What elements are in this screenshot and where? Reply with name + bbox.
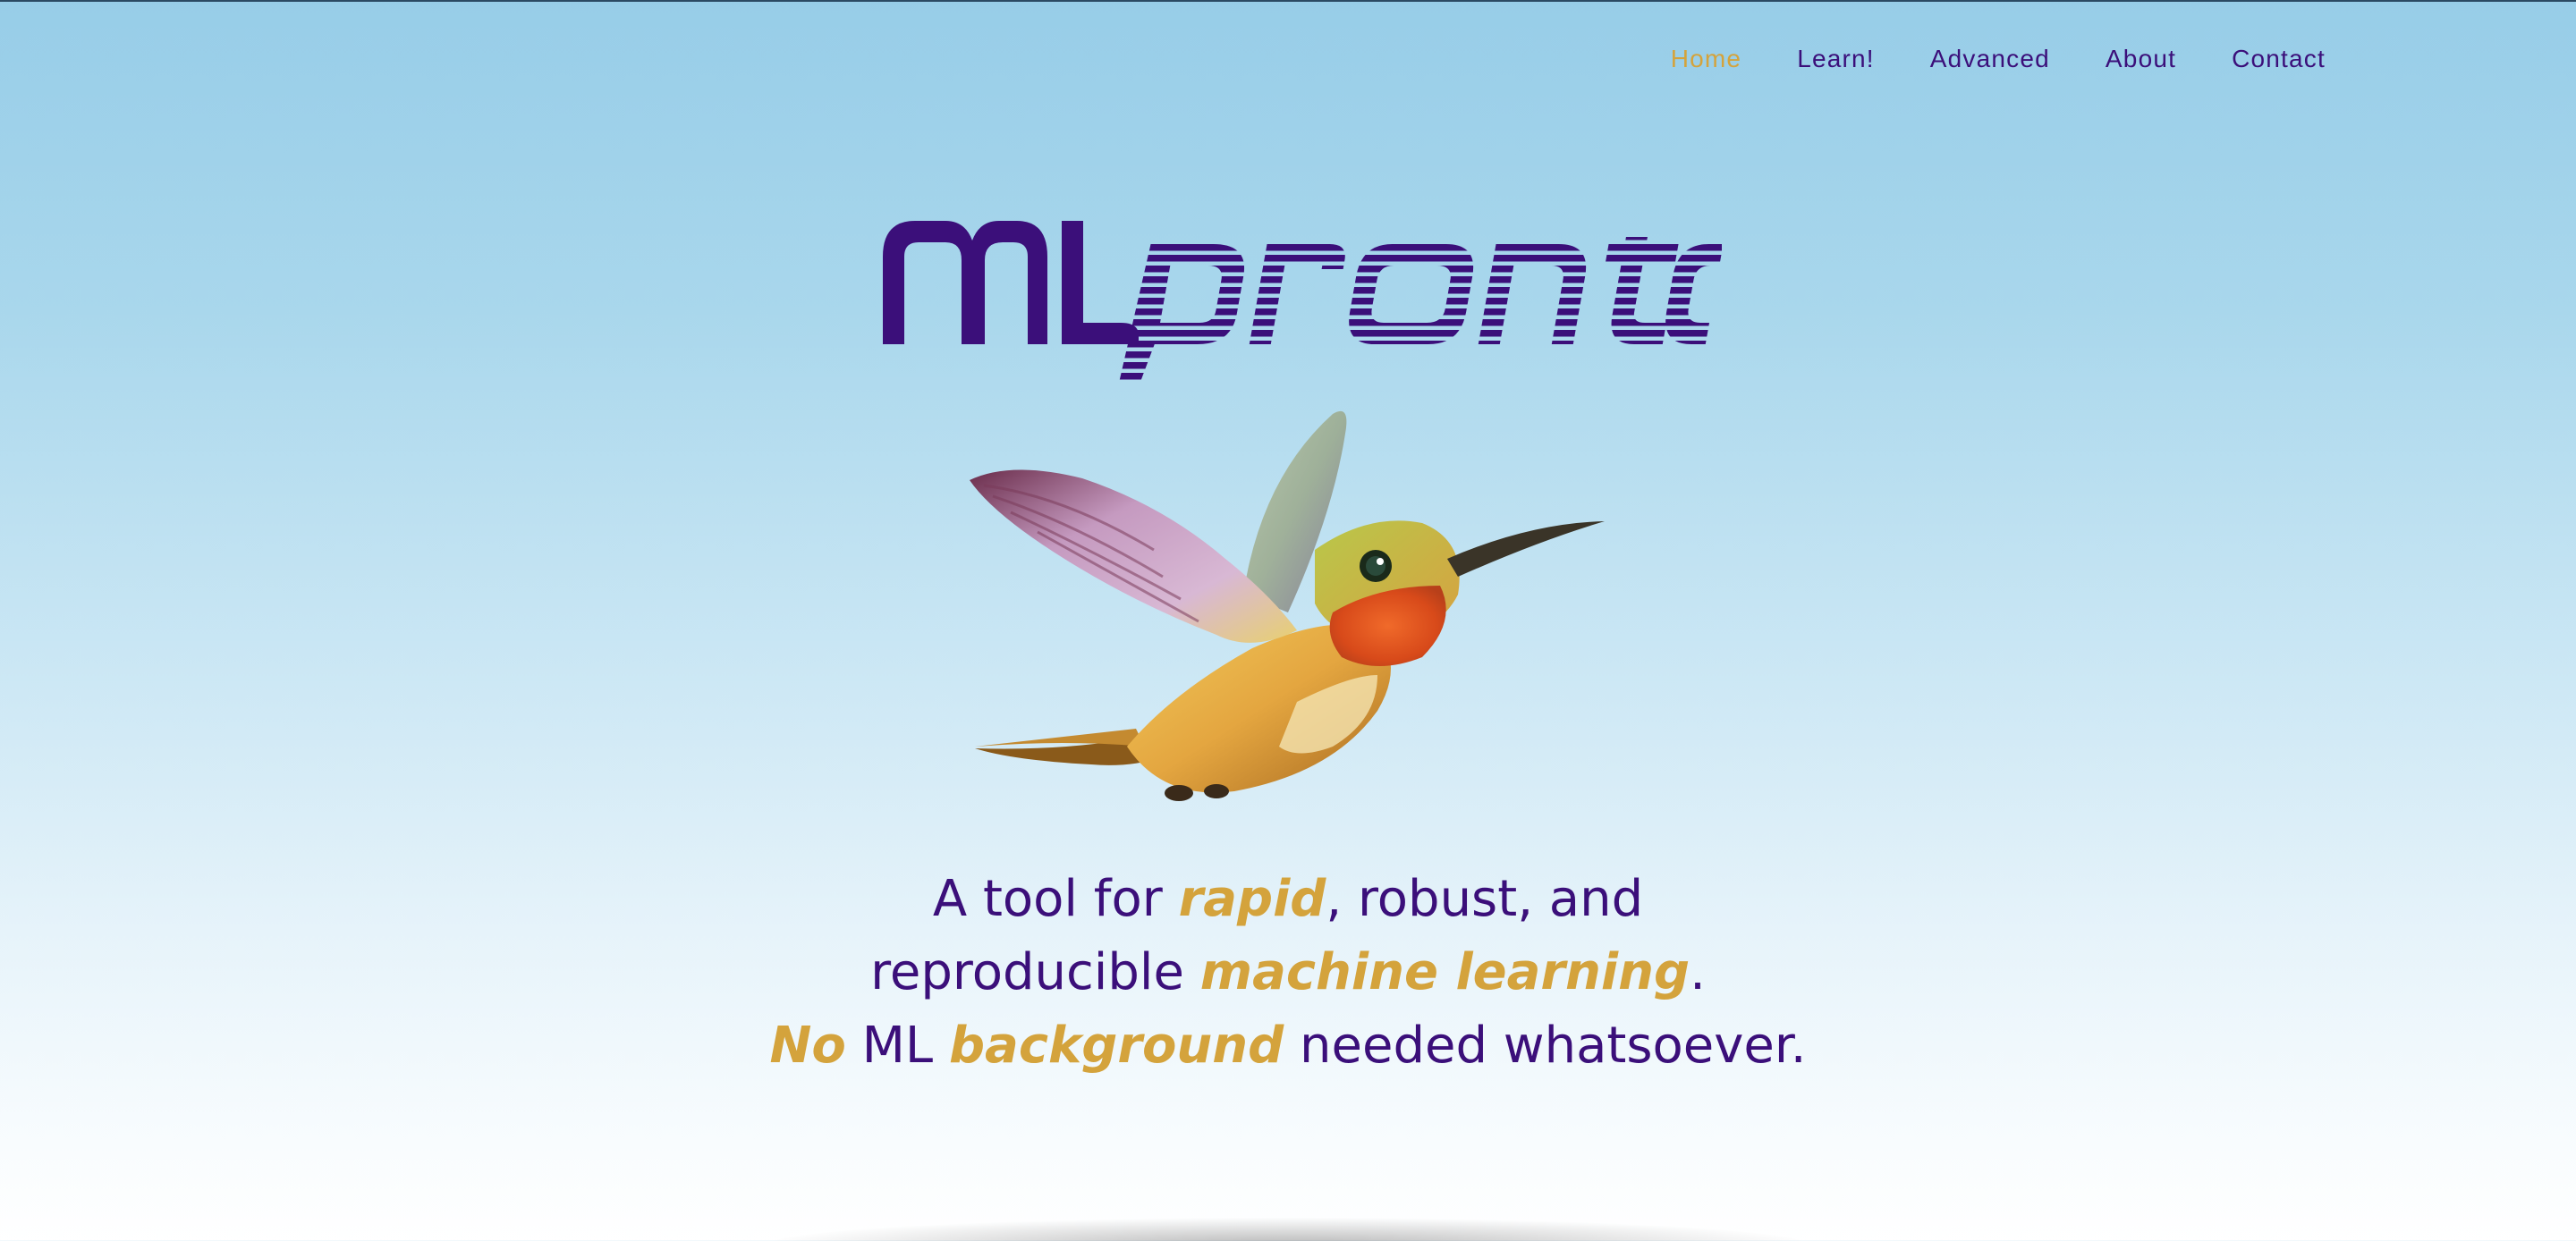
tagline-text: , robust, and	[1326, 870, 1644, 928]
top-navigation: Home Learn! Advanced About Contact	[1610, 39, 2326, 79]
tagline-text: .	[1690, 943, 1706, 1001]
section-shadow	[769, 1218, 1807, 1241]
tagline-line-3: No ML background needed whatsoever.	[0, 1009, 2576, 1083]
tagline-line-2: reproducible machine learning.	[0, 936, 2576, 1009]
tagline-highlight-background: background	[948, 1017, 1284, 1075]
nav-learn-link[interactable]: Learn!	[1797, 39, 1875, 79]
tagline-highlight-machine-learning: machine learning	[1199, 943, 1690, 1001]
tagline-highlight-rapid: rapid	[1178, 870, 1326, 928]
tagline-line-1: A tool for rapid, robust, and	[0, 863, 2576, 936]
nav-advanced-link[interactable]: Advanced	[1930, 39, 2050, 79]
tagline: A tool for rapid, robust, and reproducib…	[0, 863, 2576, 1083]
logo-graphic	[883, 221, 1724, 380]
tagline-text: A tool for	[932, 870, 1179, 928]
hummingbird-illustration	[957, 407, 1619, 827]
tagline-text: reproducible	[870, 943, 1200, 1001]
nav-about-link[interactable]: About	[2106, 39, 2176, 79]
tagline-text: needed whatsoever.	[1284, 1017, 1807, 1075]
mlpronto-logo: ML pronto	[872, 201, 1724, 380]
tagline-highlight-no: No	[769, 1017, 846, 1075]
tagline-text: ML	[845, 1017, 949, 1075]
nav-contact-link[interactable]: Contact	[2232, 39, 2326, 79]
nav-home-link[interactable]: Home	[1671, 39, 1742, 79]
top-border	[0, 0, 2576, 2]
